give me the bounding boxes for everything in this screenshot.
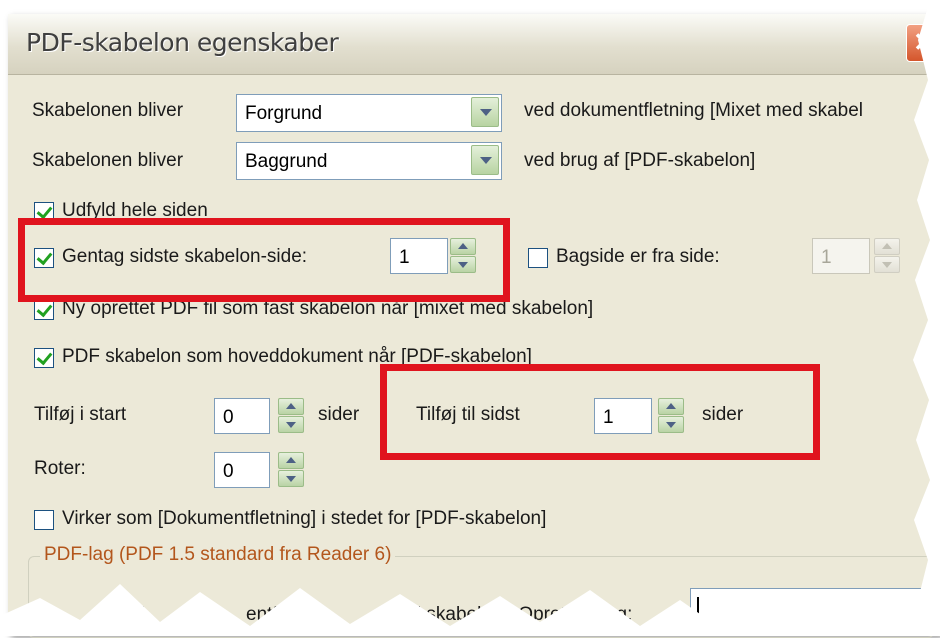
title-bar: PDF-skabelon egenskaber ✕: [8, 14, 940, 75]
stepper-up-icon[interactable]: [278, 452, 304, 469]
stepper-up-icon[interactable]: [278, 398, 304, 415]
close-icon[interactable]: ✕: [906, 24, 940, 62]
text-cursor: [697, 597, 699, 621]
layer-row-label-right: ed skabelon], Opret nyt lag:: [400, 604, 633, 625]
add-start-label: Tilføj i start: [34, 404, 127, 425]
backside-label: Bagside er fra side:: [556, 246, 720, 267]
add-start-input[interactable]: 0: [214, 398, 270, 434]
layer-row-label-left: vis [: [110, 604, 144, 625]
stepper-up-icon: [874, 238, 900, 255]
stepper-down-icon: [874, 256, 900, 273]
row2-label: Skabelonen bliver: [32, 150, 184, 171]
acts-as-checkbox[interactable]: [34, 510, 54, 530]
pdf-layer-group-title: PDF-lag (PDF 1.5 standard fra Reader 6): [40, 544, 396, 566]
row2-suffix: ved brug af [PDF-skabelon]: [524, 150, 756, 171]
row1-suffix: ved dokumentfletning [Mixet med skabel: [524, 100, 864, 121]
backside-checkbox[interactable]: [528, 248, 548, 268]
add-start-unit: sider: [318, 404, 360, 425]
chevron-down-icon[interactable]: [471, 97, 499, 127]
stepper-down-icon[interactable]: [278, 470, 304, 487]
background-select[interactable]: Baggrund: [236, 142, 502, 180]
row1-label: Skabelonen bliver: [32, 100, 184, 121]
foreground-select-value: Forgrund: [245, 103, 323, 124]
rotate-label: Roter:: [34, 458, 86, 479]
stepper-down-icon[interactable]: [278, 416, 304, 433]
new-layer-name-input[interactable]: [690, 588, 932, 634]
main-document-checkbox[interactable]: [34, 348, 54, 368]
backside-input: 1: [812, 238, 870, 274]
rotate-input[interactable]: 0: [214, 452, 270, 488]
highlight-repeat-last-page: [18, 218, 510, 302]
background-select-value: Baggrund: [245, 151, 328, 172]
chevron-down-icon[interactable]: [471, 145, 499, 175]
acts-as-label: Virker som [Dokumentfletning] i stedet f…: [62, 508, 547, 529]
highlight-add-end: [380, 364, 820, 460]
new-pdf-checkbox[interactable]: [34, 300, 54, 320]
foreground-select[interactable]: Forgrund: [236, 94, 502, 132]
layer-row-label-mid: entfl: [246, 604, 282, 625]
window-title: PDF-skabelon egenskaber: [26, 28, 339, 57]
